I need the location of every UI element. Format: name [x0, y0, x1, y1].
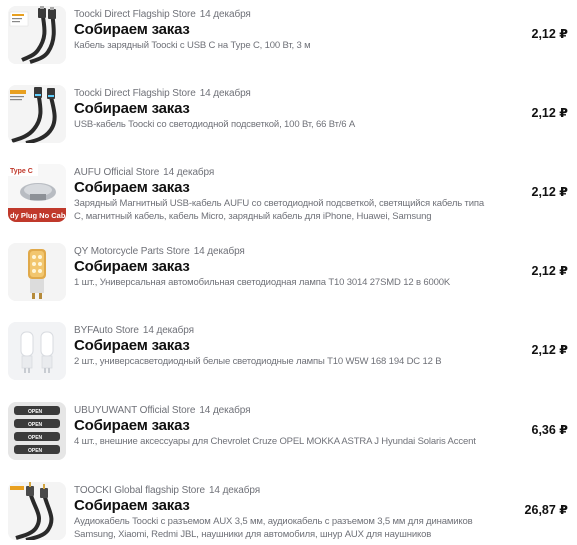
order-status: Собираем заказ	[74, 258, 190, 275]
order-meta: UBUYUWANT Official Store 14 декабря	[74, 405, 250, 416]
order-status: Собираем заказ	[74, 21, 190, 38]
order-date: 14 декабря	[193, 246, 245, 257]
order-price: 2,12 ₽	[531, 27, 569, 41]
svg-text:OPEN: OPEN	[28, 448, 43, 454]
order-meta: TOOCKI Global flagship Store 14 декабря	[74, 485, 260, 496]
store-name[interactable]: QY Motorcycle Parts Store	[74, 246, 190, 257]
order-date: 14 декабря	[199, 405, 251, 416]
order-date: 14 декабря	[208, 485, 261, 496]
order-meta: Toocki Direct Flagship Store 14 декабря	[74, 88, 251, 99]
aux-cable-thumbnail[interactable]	[8, 482, 66, 540]
order-status: Собираем заказ	[74, 100, 190, 117]
store-name[interactable]: Toocki Direct Flagship Store	[74, 88, 196, 99]
product-description[interactable]: Зарядный Магнитный USB-кабель AUFU со св…	[74, 198, 494, 223]
order-status: Собираем заказ	[74, 179, 190, 196]
order-price: 2,12 ₽	[531, 264, 569, 278]
product-description[interactable]: 2 шт., универсасветодиодный белые светод…	[74, 356, 494, 369]
order-date: 14 декабря	[199, 9, 251, 20]
store-name[interactable]: UBUYUWANT Official Store	[74, 405, 195, 416]
order-price: 2,12 ₽	[531, 343, 569, 357]
white-led-bulbs-thumbnail[interactable]	[8, 322, 66, 380]
order-price: 26,87 ₽	[524, 503, 568, 517]
order-status: Собираем заказ	[74, 337, 190, 354]
store-name[interactable]: BYFAuto Store	[74, 325, 139, 336]
product-description[interactable]: Аудиокабель Toocki с разъемом AUX 3,5 мм…	[74, 516, 494, 541]
order-price: 2,12 ₽	[531, 106, 569, 120]
svg-text:OPEN: OPEN	[28, 409, 43, 415]
magnetic-plug-thumbnail[interactable]: Type C dy Plug No Cab	[8, 164, 66, 222]
order-meta: AUFU Official Store 14 декабря	[74, 167, 214, 178]
order-meta: QY Motorcycle Parts Store 14 декабря	[74, 246, 245, 257]
store-name[interactable]: TOOCKI Global flagship Store	[74, 485, 205, 496]
product-description[interactable]: 1 шт., Универсальная автомобильная свето…	[74, 277, 494, 290]
store-name[interactable]: Toocki Direct Flagship Store	[74, 9, 196, 20]
order-meta: BYFAuto Store 14 декабря	[74, 325, 194, 336]
order-date: 14 декабря	[199, 88, 251, 99]
svg-text:dy Plug No Cab: dy Plug No Cab	[10, 211, 66, 220]
product-description[interactable]: Кабель зарядный Toocki с USB C на Type C…	[74, 40, 494, 53]
store-name[interactable]: AUFU Official Store	[74, 167, 159, 178]
svg-text:Type C: Type C	[10, 168, 33, 175]
product-description[interactable]: 4 шт., внешние аксессуары для Chevrolet …	[74, 436, 494, 449]
order-status: Собираем заказ	[74, 417, 190, 434]
svg-text:OPEN: OPEN	[28, 435, 43, 441]
order-price: 2,12 ₽	[531, 185, 569, 199]
order-meta: Toocki Direct Flagship Store 14 декабря	[74, 9, 251, 20]
led-bulb-thumbnail[interactable]	[8, 243, 66, 301]
svg-text:OPEN: OPEN	[28, 422, 43, 428]
order-price: 6,36 ₽	[531, 423, 569, 437]
product-description[interactable]: USB-кабель Toocki со светодиодной подсве…	[74, 119, 494, 132]
order-status: Собираем заказ	[74, 497, 190, 514]
order-date: 14 декабря	[163, 167, 215, 178]
led-usb-cable-thumbnail[interactable]	[8, 85, 66, 143]
usb-c-cable-thumbnail[interactable]	[8, 6, 66, 64]
door-sticker-thumbnail[interactable]: OPEN OPEN OPEN OPEN	[8, 402, 66, 460]
order-date: 14 декабря	[142, 325, 194, 336]
